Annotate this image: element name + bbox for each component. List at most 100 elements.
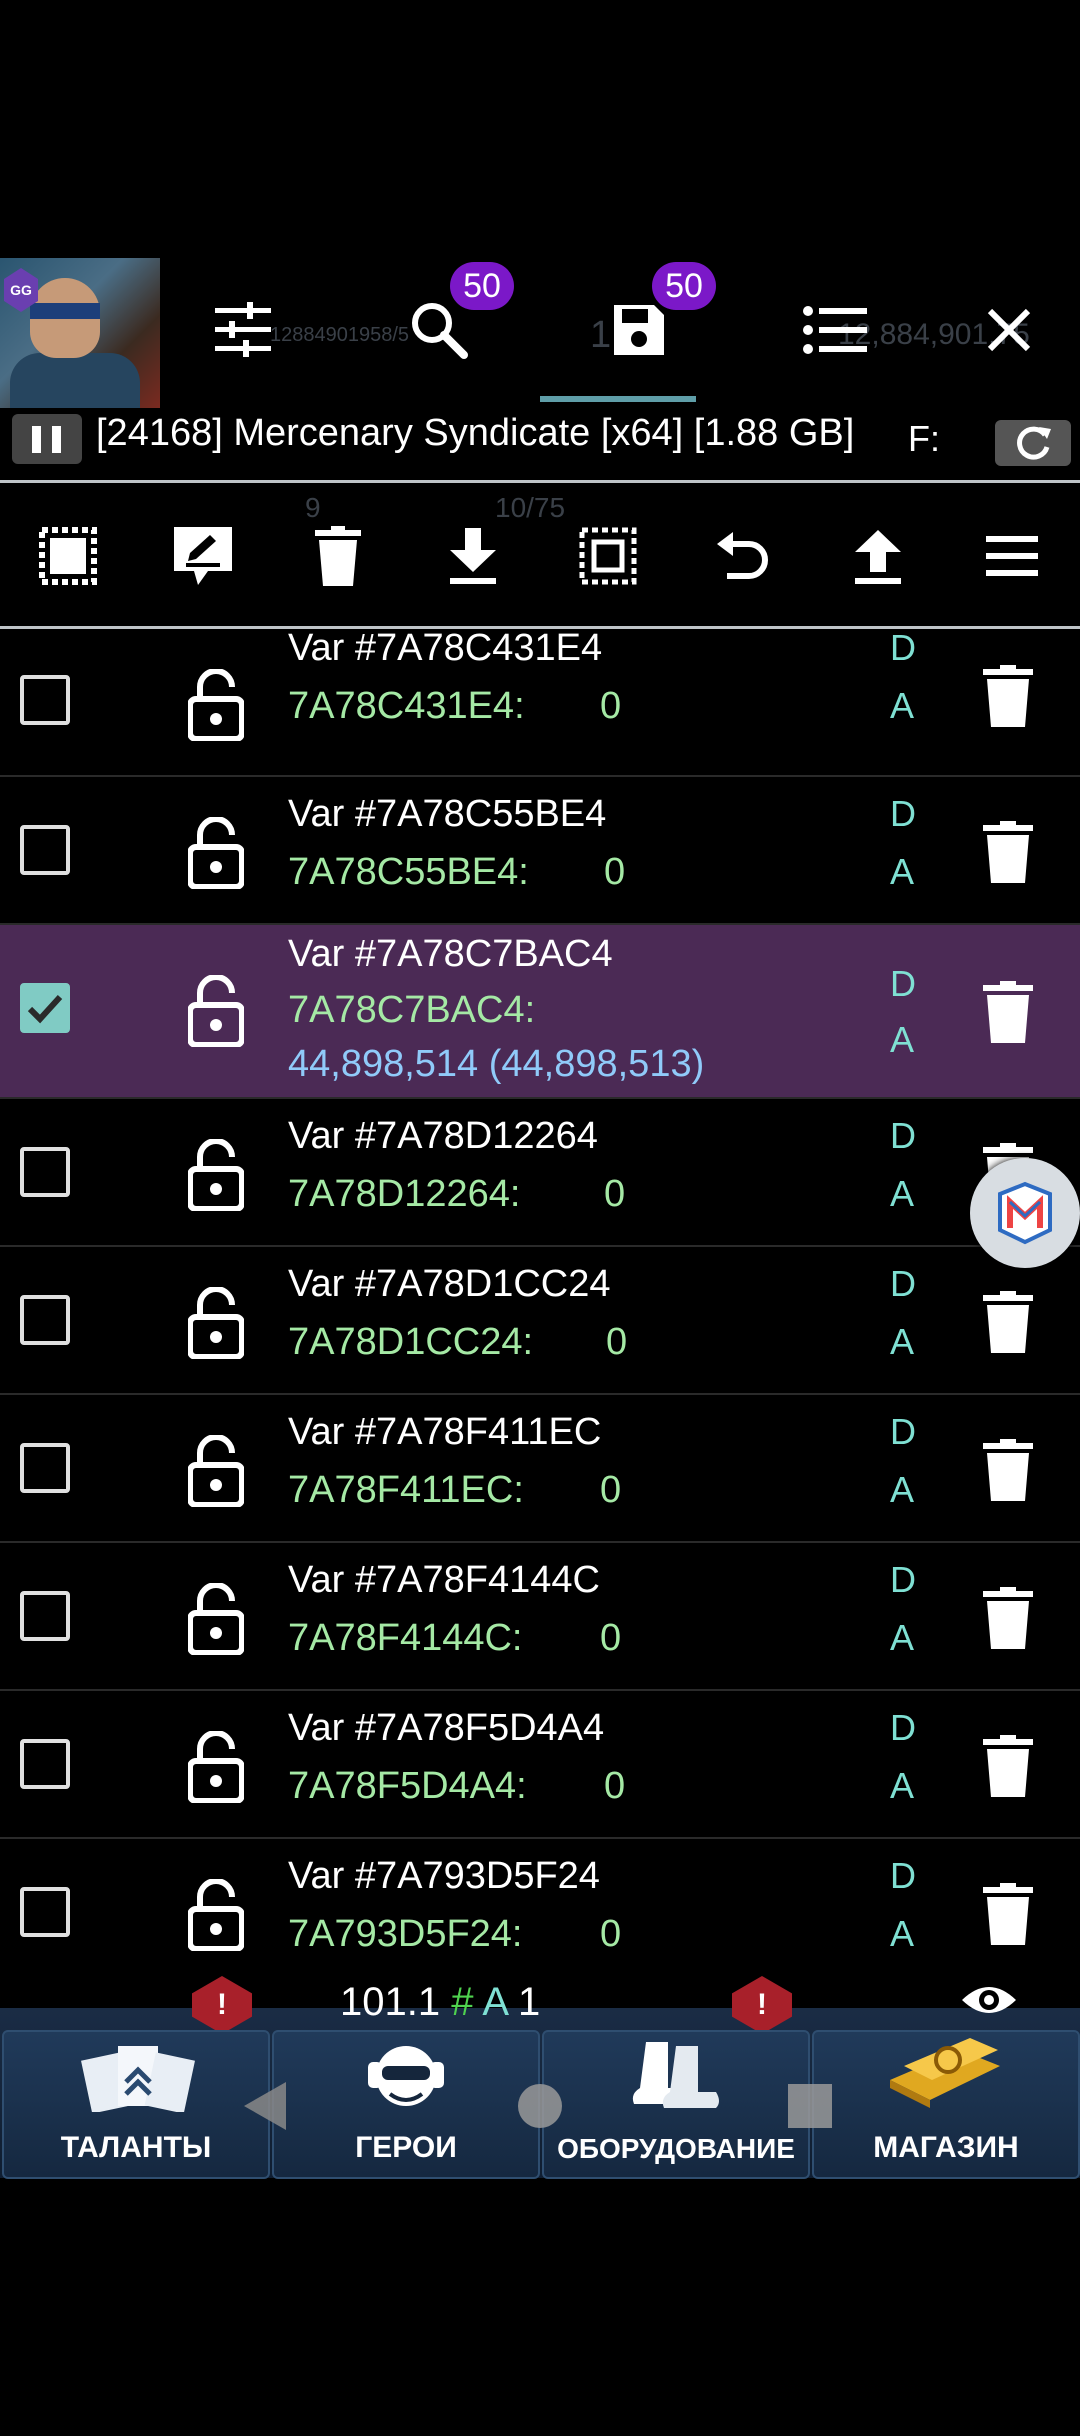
select-all-icon[interactable] — [28, 516, 108, 596]
trash-icon[interactable] — [983, 1883, 1033, 1945]
list-item[interactable]: Var #7A78C55BE4 7A78C55BE4: 0 D A — [0, 777, 1080, 925]
var-value[interactable]: 0 — [600, 1469, 621, 1512]
tab-heroes[interactable]: ГЕРОИ — [272, 2030, 540, 2179]
trash-icon[interactable] — [983, 1735, 1033, 1797]
hud-a: A — [482, 1980, 507, 2024]
saved-list-badge: 50 — [652, 262, 716, 310]
checkmark-icon — [27, 994, 63, 1024]
type-flag-a: A — [890, 1617, 915, 1658]
row-checkbox[interactable] — [20, 1295, 70, 1345]
var-address: 7A78F4144C: — [288, 1617, 523, 1659]
var-value[interactable]: 0 — [600, 685, 621, 728]
var-address: 7A78D1CC24: — [288, 1321, 534, 1363]
row-checkbox[interactable] — [20, 675, 70, 725]
menu-icon[interactable] — [972, 516, 1052, 596]
list-item[interactable]: Var #7A78C431E4 7A78C431E4: 0 D A — [0, 629, 1080, 777]
gold-ingot-icon — [890, 2038, 1000, 2108]
list-item[interactable]: Var #7A78D12264 7A78D12264: 0 D A — [0, 1099, 1080, 1247]
type-flag-d: D — [890, 963, 916, 1004]
var-value[interactable]: 0 — [604, 1173, 625, 1216]
talents-cards-icon — [81, 2046, 195, 2112]
game-app-icon[interactable]: GG — [0, 258, 160, 408]
pause-button[interactable] — [12, 414, 82, 464]
row-checkbox[interactable] — [20, 1591, 70, 1641]
var-name: Var #7A793D5F24 — [288, 1855, 600, 1897]
nav-back-icon[interactable] — [244, 2082, 286, 2130]
row-checkbox[interactable] — [20, 1443, 70, 1493]
trash-icon[interactable] — [983, 665, 1033, 727]
tab-shop-label: МАГАЗИН — [873, 2131, 1019, 2164]
floating-overlay-button[interactable] — [970, 1158, 1080, 1268]
memory-list-icon[interactable] — [800, 290, 870, 370]
lock-open-icon[interactable] — [188, 1139, 244, 1211]
list-item[interactable]: Var #7A78F4144C 7A78F4144C: 0 D A — [0, 1543, 1080, 1691]
lock-open-icon[interactable] — [188, 669, 244, 741]
list-item[interactable]: Var #7A78F411EC 7A78F411EC: 0 D A — [0, 1395, 1080, 1543]
search-results-badge: 50 — [450, 262, 514, 310]
var-address: 7A78C55BE4: — [288, 851, 529, 893]
row-checkbox[interactable] — [20, 1739, 70, 1789]
type-flag-d: D — [890, 1707, 916, 1748]
download-icon[interactable] — [433, 516, 513, 596]
row-checkbox[interactable] — [20, 1147, 70, 1197]
undo-icon[interactable] — [703, 516, 783, 596]
var-value[interactable]: 0 — [606, 1321, 627, 1364]
trash-icon[interactable] — [983, 1291, 1033, 1353]
nav-home-icon[interactable] — [518, 2084, 562, 2128]
type-flag-d: D — [890, 1559, 916, 1600]
var-name: Var #7A78C55BE4 — [288, 793, 607, 835]
var-value[interactable]: 0 — [604, 1765, 625, 1808]
var-value[interactable]: 44,898,514 (44,898,513) — [288, 1043, 704, 1086]
list-item[interactable]: Var #7A793D5F24 7A793D5F24: 0 D A — [0, 1839, 1080, 1951]
trash-icon[interactable] — [983, 1587, 1033, 1649]
var-name: Var #7A78F411EC — [288, 1411, 602, 1453]
lock-open-icon[interactable] — [188, 1435, 244, 1507]
invert-selection-icon[interactable] — [568, 516, 648, 596]
tab-shop[interactable]: МАГАЗИН — [812, 2030, 1080, 2179]
row-checkbox-checked[interactable] — [20, 983, 70, 1033]
list-item[interactable]: Var #7A78D1CC24 7A78D1CC24: 0 D A — [0, 1247, 1080, 1395]
eye-icon[interactable] — [960, 1980, 1018, 2025]
hud-readout: 101.1 # A 1 — [340, 1980, 540, 2025]
trash-icon[interactable] — [983, 981, 1033, 1043]
var-value[interactable]: 0 — [604, 851, 625, 894]
var-value[interactable]: 0 — [600, 1913, 621, 1951]
lock-open-icon[interactable] — [188, 1731, 244, 1803]
edit-icon[interactable] — [163, 516, 243, 596]
close-icon[interactable] — [974, 290, 1044, 370]
lock-open-icon[interactable] — [188, 1879, 244, 1951]
var-address: 7A78F411EC: — [288, 1469, 524, 1511]
type-flag-a: A — [890, 1469, 915, 1510]
list-item-selected[interactable]: Var #7A78C7BAC4 7A78C7BAC4: 44,898,514 (… — [0, 925, 1080, 1099]
lock-open-icon[interactable] — [188, 1583, 244, 1655]
refresh-button[interactable] — [995, 420, 1071, 466]
type-flag-d: D — [890, 629, 916, 668]
delete-icon[interactable] — [298, 516, 378, 596]
settings-sliders-icon[interactable] — [208, 290, 278, 370]
nav-recents-icon[interactable] — [788, 2084, 832, 2128]
boots-icon — [632, 2042, 719, 2108]
trash-icon[interactable] — [983, 821, 1033, 883]
upload-icon[interactable] — [838, 516, 918, 596]
tab-talents[interactable]: ТАЛАНТЫ — [2, 2030, 270, 2179]
var-name: Var #7A78D1CC24 — [288, 1263, 611, 1305]
lock-open-icon[interactable] — [188, 817, 244, 889]
type-flag-a: A — [890, 1765, 915, 1806]
trash-icon[interactable] — [983, 1439, 1033, 1501]
var-address: 7A78D12264: — [288, 1173, 521, 1215]
type-flag-d: D — [890, 1855, 916, 1896]
active-tab-indicator — [540, 396, 696, 402]
list-item[interactable]: Var #7A78F5D4A4 7A78F5D4A4: 0 D A — [0, 1691, 1080, 1839]
saved-values-list: Var #7A78C431E4 7A78C431E4: 0 D A Var #7… — [0, 629, 1080, 1951]
lock-open-icon[interactable] — [188, 975, 244, 1047]
type-flag-a: A — [890, 1321, 915, 1362]
tab-equipment-label: ОБОРУДОВАНИЕ — [557, 2133, 795, 2164]
var-name: Var #7A78F4144C — [288, 1559, 600, 1601]
tab-heroes-label: ГЕРОИ — [355, 2131, 457, 2164]
row-checkbox[interactable] — [20, 825, 70, 875]
tab-equipment[interactable]: ОБОРУДОВАНИЕ — [542, 2030, 810, 2179]
type-flag-d: D — [890, 793, 916, 834]
row-checkbox[interactable] — [20, 1887, 70, 1937]
lock-open-icon[interactable] — [188, 1287, 244, 1359]
var-value[interactable]: 0 — [600, 1617, 621, 1660]
